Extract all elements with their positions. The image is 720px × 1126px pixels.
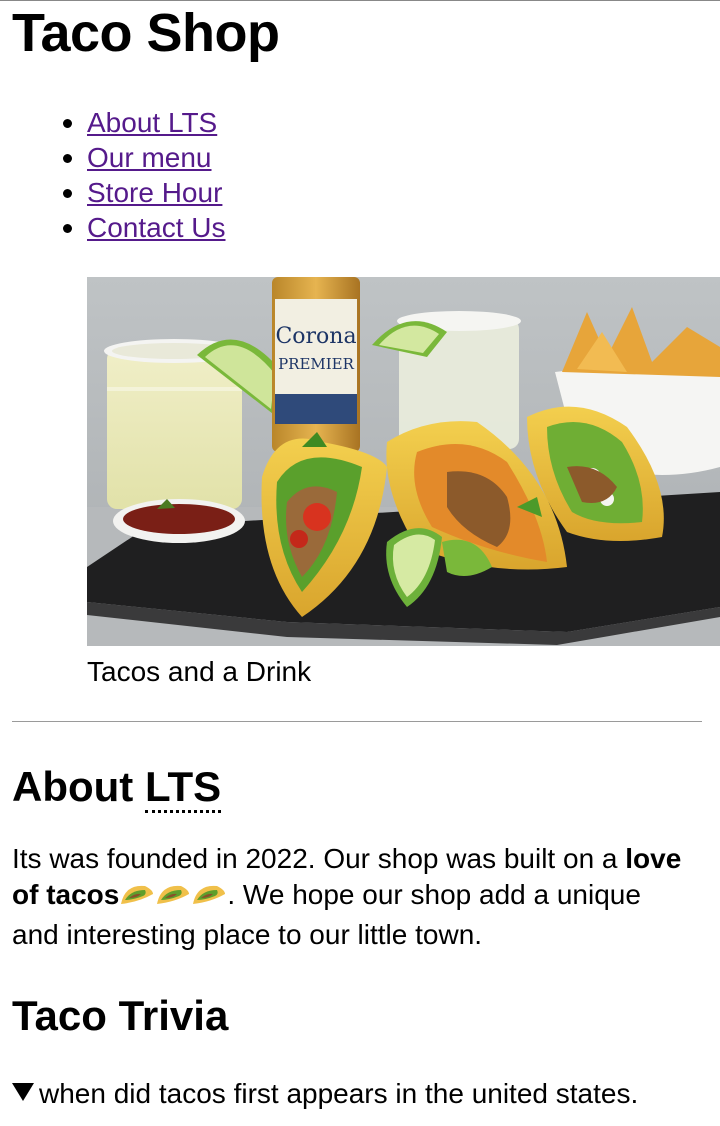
bottle-label-text: Corona [275, 324, 356, 349]
page: Taco Shop About LTS Our menu Store Hour … [0, 1, 720, 1111]
nav-item-contact: Contact Us [63, 210, 708, 245]
hero-caption: Tacos and a Drink [87, 656, 312, 688]
bottle-label-subtext: PREMIER [278, 355, 355, 373]
trivia-details-summary[interactable]: when did tacos first appears in the unit… [12, 1077, 708, 1111]
lts-abbreviation[interactable]: LTS [144, 763, 222, 814]
about-text-intro: Its was founded in 2022. Our shop was bu… [12, 842, 626, 874]
nav-item-menu: Our menu [63, 140, 708, 175]
nav-link-contact[interactable]: Contact Us [87, 212, 226, 243]
taco-emoji-icon [119, 880, 227, 917]
trivia-question: when did tacos first appears in the unit… [39, 1078, 639, 1110]
about-heading-prefix: About [12, 763, 145, 811]
about-heading: About LTS [12, 762, 708, 814]
nav-item-about: About LTS [63, 105, 708, 140]
nav-link-menu[interactable]: Our menu [87, 142, 212, 173]
tacos-photo: Corona PREMIER [87, 277, 720, 647]
disclosure-triangle-icon[interactable] [12, 1083, 34, 1102]
about-paragraph: Its was founded in 2022. Our shop was bu… [12, 841, 692, 953]
nav-list: About LTS Our menu Store Hour Contact Us [12, 105, 708, 245]
page-title: Taco Shop [12, 3, 280, 63]
nav-link-hours[interactable]: Store Hour [87, 177, 222, 208]
hero-figure: Corona PREMIER Tacos and a Drink [87, 277, 720, 688]
trivia-heading: Taco Trivia [12, 991, 229, 1039]
nav-link-about[interactable]: About LTS [87, 107, 217, 138]
nav-item-hours: Store Hour [63, 175, 708, 210]
section-divider [12, 721, 702, 723]
